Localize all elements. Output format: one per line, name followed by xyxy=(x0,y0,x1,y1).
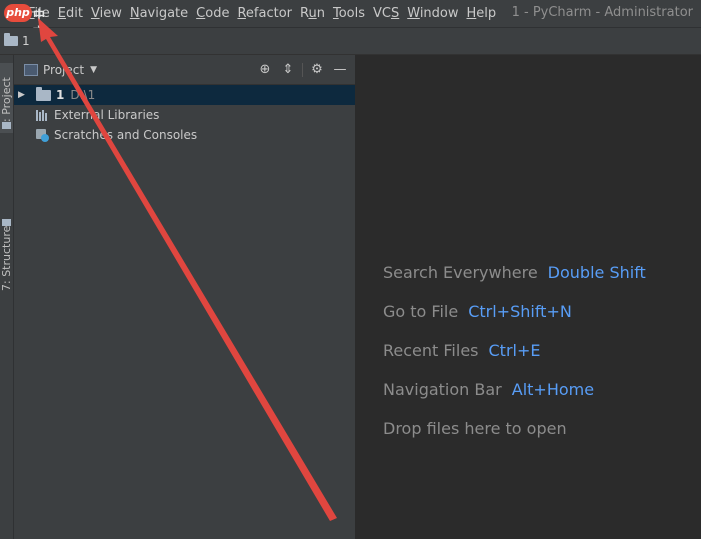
project-view-selector[interactable]: Project xyxy=(43,63,84,77)
project-panel-header: Project ▼ ⊕ ⇕ ⚙ — xyxy=(14,55,355,85)
hint-search-everywhere: Search Everywhere Double Shift xyxy=(383,263,646,282)
hint-shortcut: Ctrl+E xyxy=(488,341,541,360)
menu-vcs[interactable]: VCS xyxy=(369,0,403,28)
menu-edit[interactable]: Edit xyxy=(54,0,87,28)
tree-row-external-libraries[interactable]: External Libraries xyxy=(14,105,355,125)
folder-icon xyxy=(36,86,51,101)
collapse-all-icon[interactable]: ⇕ xyxy=(279,61,297,79)
gear-icon[interactable]: ⚙ xyxy=(308,61,326,79)
hint-text: Search Everywhere xyxy=(383,263,538,282)
structure-tab-label: 7: Structure xyxy=(0,225,13,291)
expand-arrow-icon[interactable]: ▶ xyxy=(18,90,28,100)
hint-text: Recent Files xyxy=(383,341,479,360)
chevron-down-icon[interactable]: ▼ xyxy=(90,65,97,75)
left-tool-strip: 1: Project 7: Structure xyxy=(0,55,14,539)
hint-text: Go to File xyxy=(383,302,459,321)
hint-text: Drop files here to open xyxy=(383,419,567,438)
tree-row-scratches[interactable]: Scratches and Consoles xyxy=(14,125,355,145)
menu-code[interactable]: Code xyxy=(192,0,233,28)
tree-item-path: D:\1 xyxy=(70,88,96,102)
hint-recent-files: Recent Files Ctrl+E xyxy=(383,341,540,360)
menu-refactor[interactable]: Refactor xyxy=(233,0,296,28)
project-panel: Project ▼ ⊕ ⇕ ⚙ — ▶ 1 D:\1 External Libr… xyxy=(14,55,356,539)
hint-shortcut: Alt+Home xyxy=(511,380,595,399)
menu-run[interactable]: Run xyxy=(296,0,329,28)
menu-navigate[interactable]: Navigate xyxy=(126,0,192,28)
folder-icon xyxy=(4,33,18,46)
hint-go-to-file: Go to File Ctrl+Shift+N xyxy=(383,302,572,321)
project-tree: ▶ 1 D:\1 External Libraries Scratches an… xyxy=(14,85,355,145)
tree-item-name: 1 xyxy=(56,88,65,102)
menu-view[interactable]: View xyxy=(87,0,126,28)
hint-shortcut: Double Shift xyxy=(547,263,646,282)
hint-shortcut: Ctrl+Shift+N xyxy=(468,302,572,321)
window-title: 1 - PyCharm - Administrator xyxy=(511,5,693,20)
menu-tools[interactable]: Tools xyxy=(329,0,369,28)
breadcrumb-project[interactable]: 1 xyxy=(22,34,30,48)
minimize-icon[interactable]: — xyxy=(331,61,349,79)
site-watermark: php 中文网 xyxy=(0,0,52,56)
menu-help[interactable]: Help xyxy=(463,0,501,28)
tree-item-name: Scratches and Consoles xyxy=(54,128,198,142)
hint-navigation-bar: Navigation Bar Alt+Home xyxy=(383,380,594,399)
navigation-bar: 1 xyxy=(0,28,701,55)
tree-item-name: External Libraries xyxy=(54,108,160,122)
locate-file-icon[interactable]: ⊕ xyxy=(256,61,274,79)
project-view-icon xyxy=(24,63,38,76)
menu-window[interactable]: Window xyxy=(403,0,462,28)
tree-row-project-root[interactable]: ▶ 1 D:\1 xyxy=(14,85,355,105)
structure-tab-icon xyxy=(2,219,11,226)
hint-text: Navigation Bar xyxy=(383,380,502,399)
scratches-icon xyxy=(36,128,50,142)
watermark-logo: php xyxy=(4,4,32,22)
library-icon xyxy=(36,109,50,121)
editor-empty-area: Search Everywhere Double Shift Go to File… xyxy=(356,55,701,539)
menu-bar: File Edit View Navigate Code Refactor Ru… xyxy=(0,0,701,28)
hint-drop-files: Drop files here to open xyxy=(383,419,567,438)
project-tab-icon xyxy=(2,122,11,129)
